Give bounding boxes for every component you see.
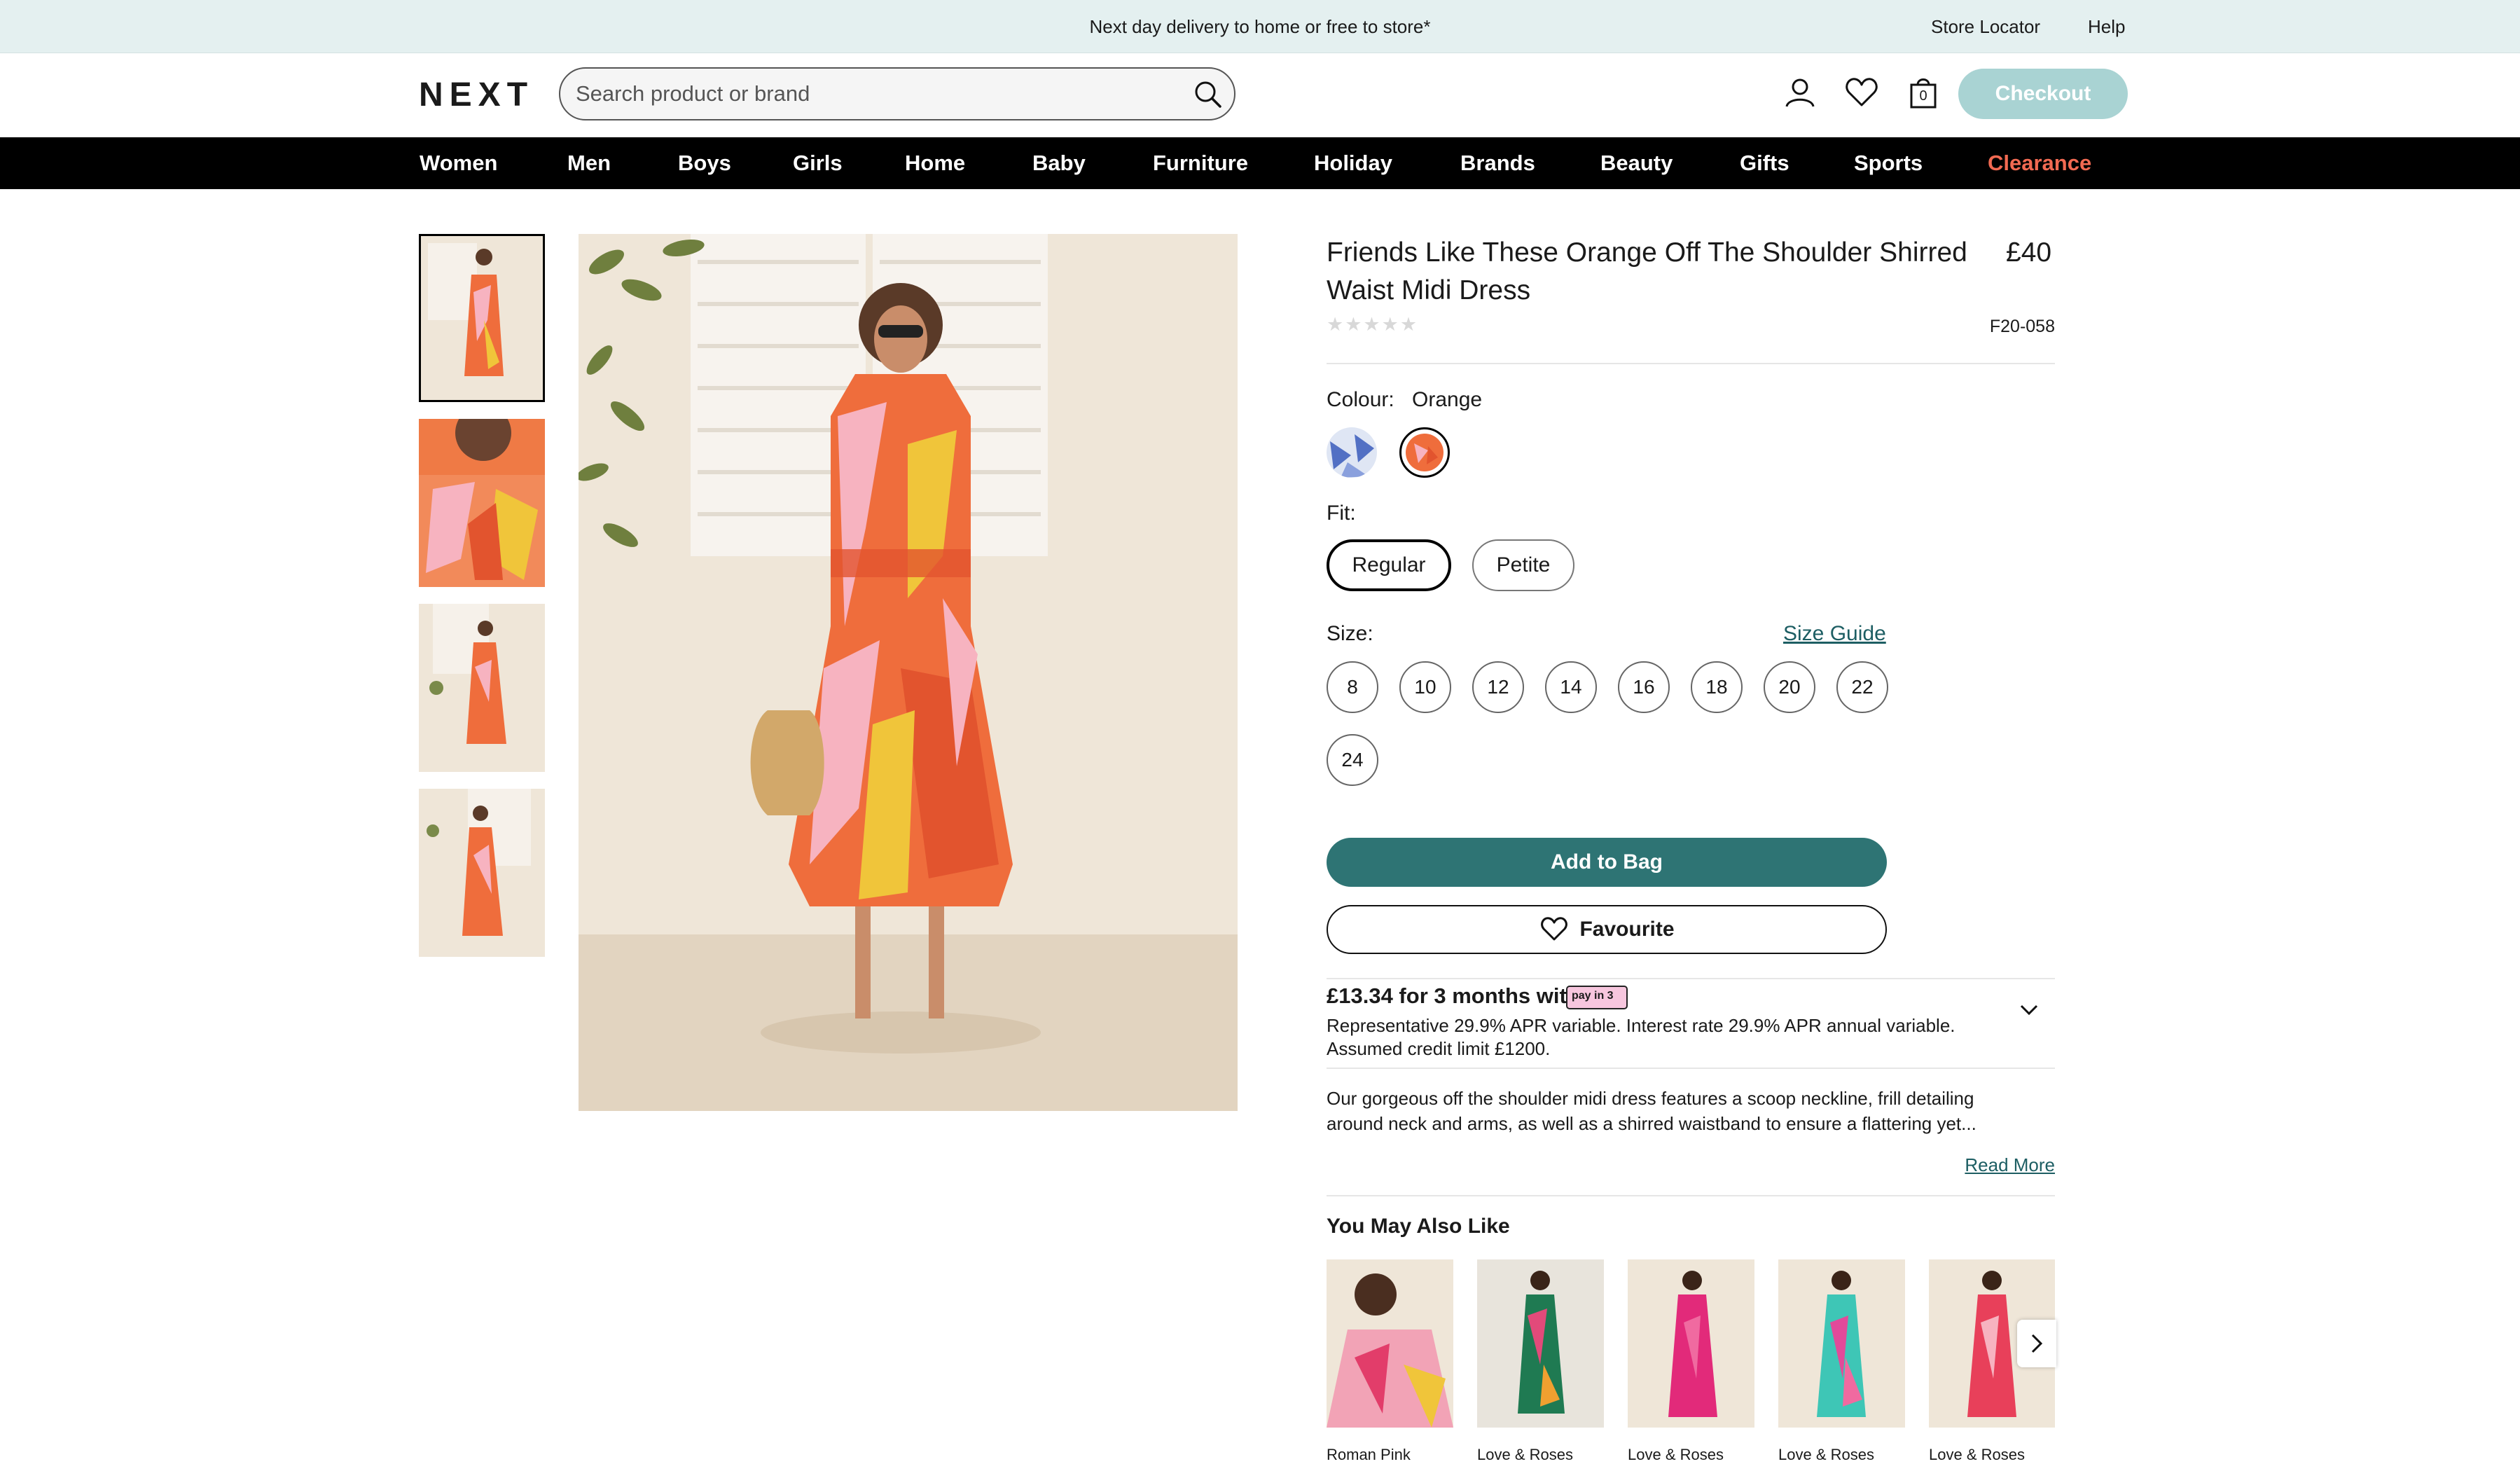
nav-clearance[interactable]: Clearance <box>1988 137 2091 189</box>
colour-swatch-orange[interactable] <box>1399 427 1450 478</box>
nav-holiday[interactable]: Holiday <box>1314 137 1392 189</box>
recommendations-heading: You May Also Like <box>1327 1215 1510 1238</box>
search-box[interactable] <box>559 67 1235 120</box>
nav-gifts[interactable]: Gifts <box>1740 137 1789 189</box>
fit-petite-button[interactable]: Petite <box>1472 539 1574 591</box>
size-22[interactable]: 22 <box>1836 661 1888 713</box>
thumbnail-4[interactable] <box>419 789 545 957</box>
main-product-image[interactable] <box>579 234 1238 1111</box>
size-16[interactable]: 16 <box>1618 661 1670 713</box>
divider <box>1327 978 2055 979</box>
product-price: £40 <box>2006 237 2052 268</box>
product-description: Our gorgeous off the shoulder midi dress… <box>1327 1088 1976 1134</box>
nav-home[interactable]: Home <box>905 137 965 189</box>
chevron-right-icon <box>2031 1334 2043 1353</box>
delivery-message: Next day delivery to home or free to sto… <box>1089 16 1431 37</box>
bag-icon[interactable]: 0 <box>1904 73 1943 112</box>
recommendation-item-2[interactable] <box>1477 1259 1604 1428</box>
recommendation-caption[interactable]: Love & Roses <box>1929 1446 2056 1464</box>
nav-baby[interactable]: Baby <box>1032 137 1086 189</box>
site-header: NEXT 0 Checkout <box>0 53 2520 137</box>
recommendation-item-1[interactable] <box>1327 1259 1453 1428</box>
thumbnail-1[interactable] <box>419 234 545 402</box>
favourite-label: Favourite <box>1579 918 1675 941</box>
search-icon[interactable] <box>1191 77 1224 111</box>
top-banner: Next day delivery to home or free to sto… <box>0 0 2520 53</box>
product-code: F20-058 <box>1989 317 2055 336</box>
help-link[interactable]: Help <box>2088 0 2125 53</box>
heart-icon <box>1541 917 1568 941</box>
colour-swatch-blue[interactable] <box>1327 427 1377 478</box>
next-logo[interactable]: NEXT <box>419 74 534 116</box>
colour-value: Orange <box>1412 388 1483 411</box>
recommendation-item-3[interactable] <box>1628 1259 1754 1428</box>
size-8[interactable]: 8 <box>1327 661 1378 713</box>
finance-headline: £13.34 for 3 months with <box>1327 983 1580 1008</box>
size-20[interactable]: 20 <box>1764 661 1815 713</box>
fit-label: Fit: <box>1327 502 1356 525</box>
favourite-button[interactable]: Favourite <box>1327 905 1887 954</box>
colour-label: Colour: <box>1327 388 1394 411</box>
recommendation-caption[interactable]: Roman Pink <box>1327 1446 1453 1464</box>
nav-boys[interactable]: Boys <box>678 137 731 189</box>
nav-girls[interactable]: Girls <box>793 137 843 189</box>
rating-stars: ★★★★★ <box>1327 314 1419 335</box>
size-guide-link[interactable]: Size Guide <box>1783 622 1886 646</box>
thumbnail-2[interactable] <box>419 419 545 587</box>
pay-in-3-badge: pay in 3 <box>1566 986 1628 1009</box>
account-icon[interactable] <box>1780 73 1820 112</box>
size-label: Size: <box>1327 622 1373 645</box>
size-18[interactable]: 18 <box>1691 661 1743 713</box>
chevron-down-icon[interactable] <box>2017 997 2041 1021</box>
size-24[interactable]: 24 <box>1327 734 1378 786</box>
nav-sports[interactable]: Sports <box>1854 137 1923 189</box>
thumbnail-3[interactable] <box>419 604 545 772</box>
size-12[interactable]: 12 <box>1472 661 1524 713</box>
nav-women[interactable]: Women <box>420 137 497 189</box>
carousel-next-button[interactable] <box>2017 1320 2056 1367</box>
store-locator-link[interactable]: Store Locator <box>1931 0 2040 53</box>
main-nav: Women Men Boys Girls Home Baby Furniture… <box>0 137 2520 189</box>
recommendation-caption[interactable]: Love & Roses <box>1477 1446 1604 1464</box>
size-10[interactable]: 10 <box>1399 661 1451 713</box>
nav-beauty[interactable]: Beauty <box>1600 137 1673 189</box>
divider <box>1327 1195 2055 1196</box>
nav-brands[interactable]: Brands <box>1460 137 1535 189</box>
recommendation-item-4[interactable] <box>1778 1259 1905 1428</box>
fit-regular-button[interactable]: Regular <box>1327 539 1451 591</box>
size-14[interactable]: 14 <box>1545 661 1597 713</box>
bag-count: 0 <box>1919 88 1927 104</box>
finance-apr-text: Representative 29.9% APR variable. Inter… <box>1327 1015 1955 1059</box>
recommendation-caption[interactable]: Love & Roses <box>1778 1446 1905 1464</box>
search-input[interactable] <box>576 69 1164 119</box>
recommendation-caption[interactable]: Love & Roses <box>1628 1446 1754 1464</box>
nav-men[interactable]: Men <box>567 137 611 189</box>
checkout-button[interactable]: Checkout <box>1958 69 2128 119</box>
divider <box>1327 1068 2055 1069</box>
nav-furniture[interactable]: Furniture <box>1153 137 1248 189</box>
add-to-bag-button[interactable]: Add to Bag <box>1327 838 1887 887</box>
heart-icon[interactable] <box>1842 73 1881 112</box>
divider <box>1327 363 2055 364</box>
read-more-link[interactable]: Read More <box>1891 1154 2055 1176</box>
product-title: Friends Like These Orange Off The Should… <box>1327 237 1967 305</box>
